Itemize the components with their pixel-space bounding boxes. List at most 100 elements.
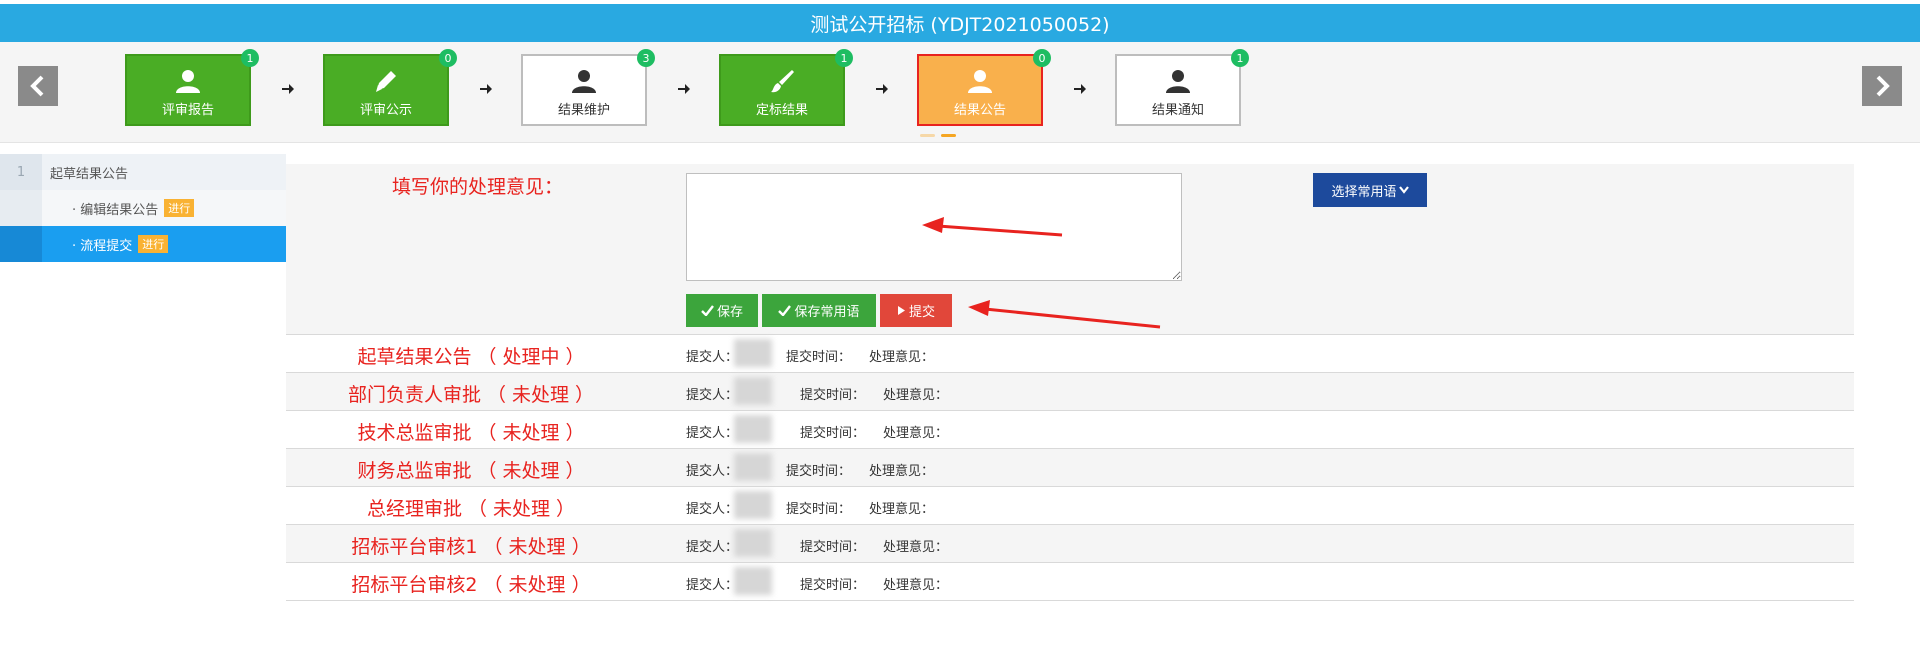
flow-stage-label: 招标平台审核2 （ 未处理 ） [351, 574, 591, 596]
section-number: 1 [0, 154, 42, 190]
indicator-dot[interactable] [920, 134, 935, 137]
opinion-field-label: 处理意见： [869, 350, 935, 365]
redacted-name [734, 567, 772, 595]
status-tag: 进行 [138, 235, 169, 253]
flow-stage-label: 部门负责人审批 （ 未处理 ） [347, 384, 595, 406]
user-icon [1166, 70, 1190, 93]
step-count-badge: 0 [1033, 49, 1051, 67]
arrow-right-icon [480, 84, 492, 94]
redacted-name [734, 377, 772, 405]
opinion-field-label: 处理意见： [883, 426, 949, 441]
brush-icon [771, 70, 794, 93]
opinion-field-label: 处理意见： [883, 388, 949, 403]
submit-time-label: 提交时间： [786, 464, 852, 479]
process-sidebar: 1 起草结果公告 · 编辑结果公告 进行 · 流程提交 进行 [0, 154, 286, 262]
indicator-dot-active[interactable] [941, 134, 956, 137]
flow-row: 招标平台审核2 （ 未处理 ） 提交人： 提交时间： 处理意见： [286, 562, 1854, 601]
submit-time-label: 提交时间： [786, 502, 852, 517]
check-icon [701, 305, 714, 316]
step-result-announcement[interactable]: 结果公告 0 [917, 49, 1051, 126]
save-button[interactable]: 保存 [686, 294, 758, 327]
sidebar-item-edit-announcement[interactable]: · 编辑结果公告 进行 [0, 190, 286, 226]
select-phrase-button[interactable]: 选择常用语 [1313, 173, 1427, 207]
flow-row: 财务总监审批 （ 未处理 ） 提交人： 提交时间： 处理意见： [286, 448, 1854, 486]
opinion-panel: 填写你的处理意见： 选择常用语 保存 保存常用语 提交 [286, 164, 1854, 334]
user-icon [968, 70, 992, 93]
section-title: 起草结果公告 [50, 166, 129, 182]
prev-button[interactable] [18, 66, 58, 106]
submitter-label: 提交人： [686, 350, 739, 365]
sidebar-section: 1 起草结果公告 [0, 154, 286, 190]
flow-stage-label: 招标平台审核1 （ 未处理 ） [351, 536, 591, 558]
flow-row: 总经理审批 （ 未处理 ） 提交人： 提交时间： 处理意见： [286, 486, 1854, 524]
check-icon [778, 305, 792, 316]
step-result-maintenance[interactable]: 结果维护 3 [521, 49, 655, 126]
submitter-label: 提交人： [686, 502, 739, 517]
arrow-right-icon [876, 84, 888, 94]
opinion-label: 填写你的处理意见： [392, 176, 564, 198]
flow-row: 技术总监审批 （ 未处理 ） 提交人： 提交时间： 处理意见： [286, 410, 1854, 448]
step-label: 结果公告 [953, 103, 1006, 118]
status-tag: 进行 [164, 199, 195, 217]
sidebar-item-label: · 流程提交 [72, 238, 133, 254]
step-count-badge: 1 [835, 49, 853, 67]
submit-time-label: 提交时间： [800, 540, 866, 555]
redacted-name [734, 491, 772, 519]
step-review-publicity[interactable]: 评审公示 0 [323, 49, 457, 126]
sidebar-item-label: · 编辑结果公告 [72, 202, 159, 218]
step-result-notice[interactable]: 结果通知 1 [1115, 49, 1249, 126]
flow-row: 招标平台审核1 （ 未处理 ） 提交人： 提交时间： 处理意见： [286, 524, 1854, 562]
save-phrase-button[interactable]: 保存常用语 [762, 294, 876, 327]
submitter-label: 提交人： [686, 388, 739, 403]
opinion-field-label: 处理意见： [883, 540, 949, 555]
step-label: 结果维护 [557, 103, 610, 118]
redacted-name [734, 453, 772, 481]
submit-label: 提交 [908, 304, 935, 319]
step-count-badge: 3 [637, 49, 655, 67]
step-count-badge: 0 [439, 49, 457, 67]
submit-time-label: 提交时间： [800, 426, 866, 441]
arrow-right-icon [282, 84, 294, 94]
flow-row: 部门负责人审批 （ 未处理 ） 提交人： 提交时间： 处理意见： [286, 372, 1854, 410]
flow-stage-label: 总经理审批 （ 未处理 ） [366, 498, 576, 520]
sidebar-item-flow-submit[interactable]: · 流程提交 进行 [0, 226, 286, 262]
opinion-field-label: 处理意见： [869, 502, 935, 517]
flow-stage-label: 技术总监审批 （ 未处理 ） [357, 422, 585, 444]
chevron-left-icon [30, 75, 44, 97]
chevron-right-icon [1876, 75, 1890, 97]
next-button[interactable] [1862, 66, 1902, 106]
save-label: 保存 [716, 304, 743, 319]
opinion-field-label: 处理意见： [869, 464, 935, 479]
step-label: 结果通知 [1151, 103, 1204, 118]
arrow-right-icon [1074, 84, 1086, 94]
submit-time-label: 提交时间： [786, 350, 852, 365]
step-award-result[interactable]: 定标结果 1 [719, 49, 853, 126]
flow-stage-label: 起草结果公告 （ 处理中 ） [357, 346, 585, 368]
select-phrase-label: 选择常用语 [1331, 183, 1397, 199]
submit-time-label: 提交时间： [800, 578, 866, 593]
window-title: 测试公开招标 (YDJT2021050052) [0, 4, 1920, 42]
flow-stage-label: 财务总监审批 （ 未处理 ） [357, 460, 585, 482]
submitter-label: 提交人： [686, 578, 739, 593]
step-label: 评审报告 [161, 103, 214, 118]
step-count-badge: 1 [1231, 49, 1249, 67]
arrow-right-icon [678, 84, 690, 94]
step-label: 评审公示 [359, 103, 412, 118]
submitter-label: 提交人： [686, 426, 739, 441]
user-icon [572, 70, 596, 93]
step-review-report[interactable]: 评审报告 1 [125, 49, 259, 126]
flow-row: 起草结果公告 （ 处理中 ） 提交人： 提交时间： 处理意见： [286, 334, 1854, 372]
submit-button[interactable]: 提交 [880, 294, 952, 327]
carousel-indicator [920, 134, 960, 138]
approval-flow-list: 起草结果公告 （ 处理中 ） 提交人： 提交时间： 处理意见： 部门负责人审批 … [286, 334, 1854, 601]
step-count-badge: 1 [241, 49, 259, 67]
chevron-down-icon [1398, 186, 1409, 194]
user-icon [176, 70, 200, 93]
redacted-name [734, 529, 772, 557]
submit-time-label: 提交时间： [800, 388, 866, 403]
pencil-icon [376, 71, 396, 92]
submitter-label: 提交人： [686, 540, 739, 555]
opinion-field-label: 处理意见： [883, 578, 949, 593]
opinion-textarea[interactable] [686, 173, 1182, 281]
play-icon [897, 306, 905, 315]
